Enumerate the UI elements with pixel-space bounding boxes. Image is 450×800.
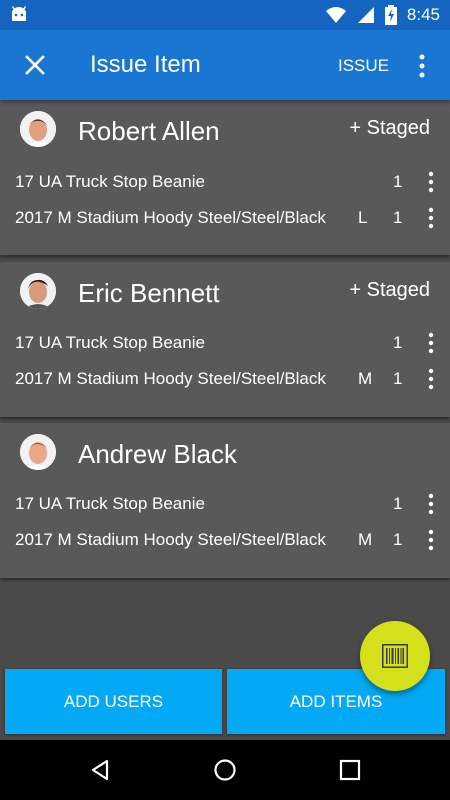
app-bar: Issue Item ISSUE (0, 30, 450, 100)
close-icon[interactable] (22, 52, 48, 78)
item-menu-icon[interactable] (422, 528, 440, 552)
barcode-scan-icon (382, 644, 408, 668)
user-name: Robert Allen (78, 116, 220, 146)
item-menu-icon[interactable] (422, 492, 440, 516)
item-row[interactable]: 17 UA Truck Stop Beanie 1 (0, 486, 450, 522)
item-quantity: 1 (393, 172, 403, 191)
staged-button[interactable]: + Staged (349, 117, 430, 140)
item-name: 2017 M Stadium Hoody Steel/Steel/Black (15, 208, 326, 227)
item-size: M (358, 530, 373, 549)
item-name: 2017 M Stadium Hoody Steel/Steel/Black (15, 530, 326, 549)
item-size: L (358, 208, 368, 227)
issue-button[interactable]: ISSUE (338, 56, 389, 76)
item-name: 17 UA Truck Stop Beanie (15, 494, 205, 513)
barcode-scan-button[interactable] (360, 621, 430, 691)
add-users-button[interactable]: ADD USERS (5, 669, 222, 734)
page-title: Issue Item (90, 51, 201, 78)
item-row[interactable]: 2017 M Stadium Hoody Steel/Steel/Black M… (0, 361, 450, 397)
user-card: Robert Allen + Staged 17 UA Truck Stop B… (0, 100, 450, 255)
user-name: Andrew Black (78, 439, 237, 469)
item-row[interactable]: 17 UA Truck Stop Beanie 1 (0, 164, 450, 200)
status-bar: 8:45 (0, 0, 450, 30)
item-quantity: 1 (393, 333, 403, 352)
back-icon[interactable] (88, 758, 112, 782)
avatar (20, 273, 56, 309)
user-card: Eric Bennett + Staged 17 UA Truck Stop B… (0, 262, 450, 417)
navigation-bar (0, 740, 450, 800)
item-quantity: 1 (393, 369, 403, 388)
item-menu-icon[interactable] (422, 170, 440, 194)
item-quantity: 1 (393, 530, 403, 549)
item-menu-icon[interactable] (422, 206, 440, 230)
item-quantity: 1 (393, 208, 403, 227)
item-name: 17 UA Truck Stop Beanie (15, 333, 205, 352)
clock-time: 8:45 (406, 5, 440, 24)
item-size: M (358, 369, 373, 388)
signal-icon (357, 7, 374, 23)
item-menu-icon[interactable] (422, 367, 440, 391)
item-quantity: 1 (393, 494, 403, 513)
wifi-icon (325, 7, 346, 23)
item-name: 2017 M Stadium Hoody Steel/Steel/Black (15, 369, 326, 388)
recents-icon[interactable] (339, 759, 361, 781)
more-vert-icon[interactable] (412, 52, 432, 80)
item-row[interactable]: 17 UA Truck Stop Beanie 1 (0, 325, 450, 361)
android-icon (11, 6, 27, 21)
staged-button[interactable]: + Staged (349, 279, 430, 302)
user-name: Eric Bennett (78, 278, 220, 308)
item-name: 17 UA Truck Stop Beanie (15, 172, 205, 191)
avatar (20, 111, 56, 147)
home-icon[interactable] (213, 758, 237, 782)
avatar (20, 434, 56, 470)
user-card: Andrew Black 17 UA Truck Stop Beanie 1 2… (0, 423, 450, 578)
item-row[interactable]: 2017 M Stadium Hoody Steel/Steel/Black L… (0, 200, 450, 236)
battery-charging-icon (384, 5, 397, 25)
item-menu-icon[interactable] (422, 331, 440, 355)
item-row[interactable]: 2017 M Stadium Hoody Steel/Steel/Black M… (0, 522, 450, 558)
